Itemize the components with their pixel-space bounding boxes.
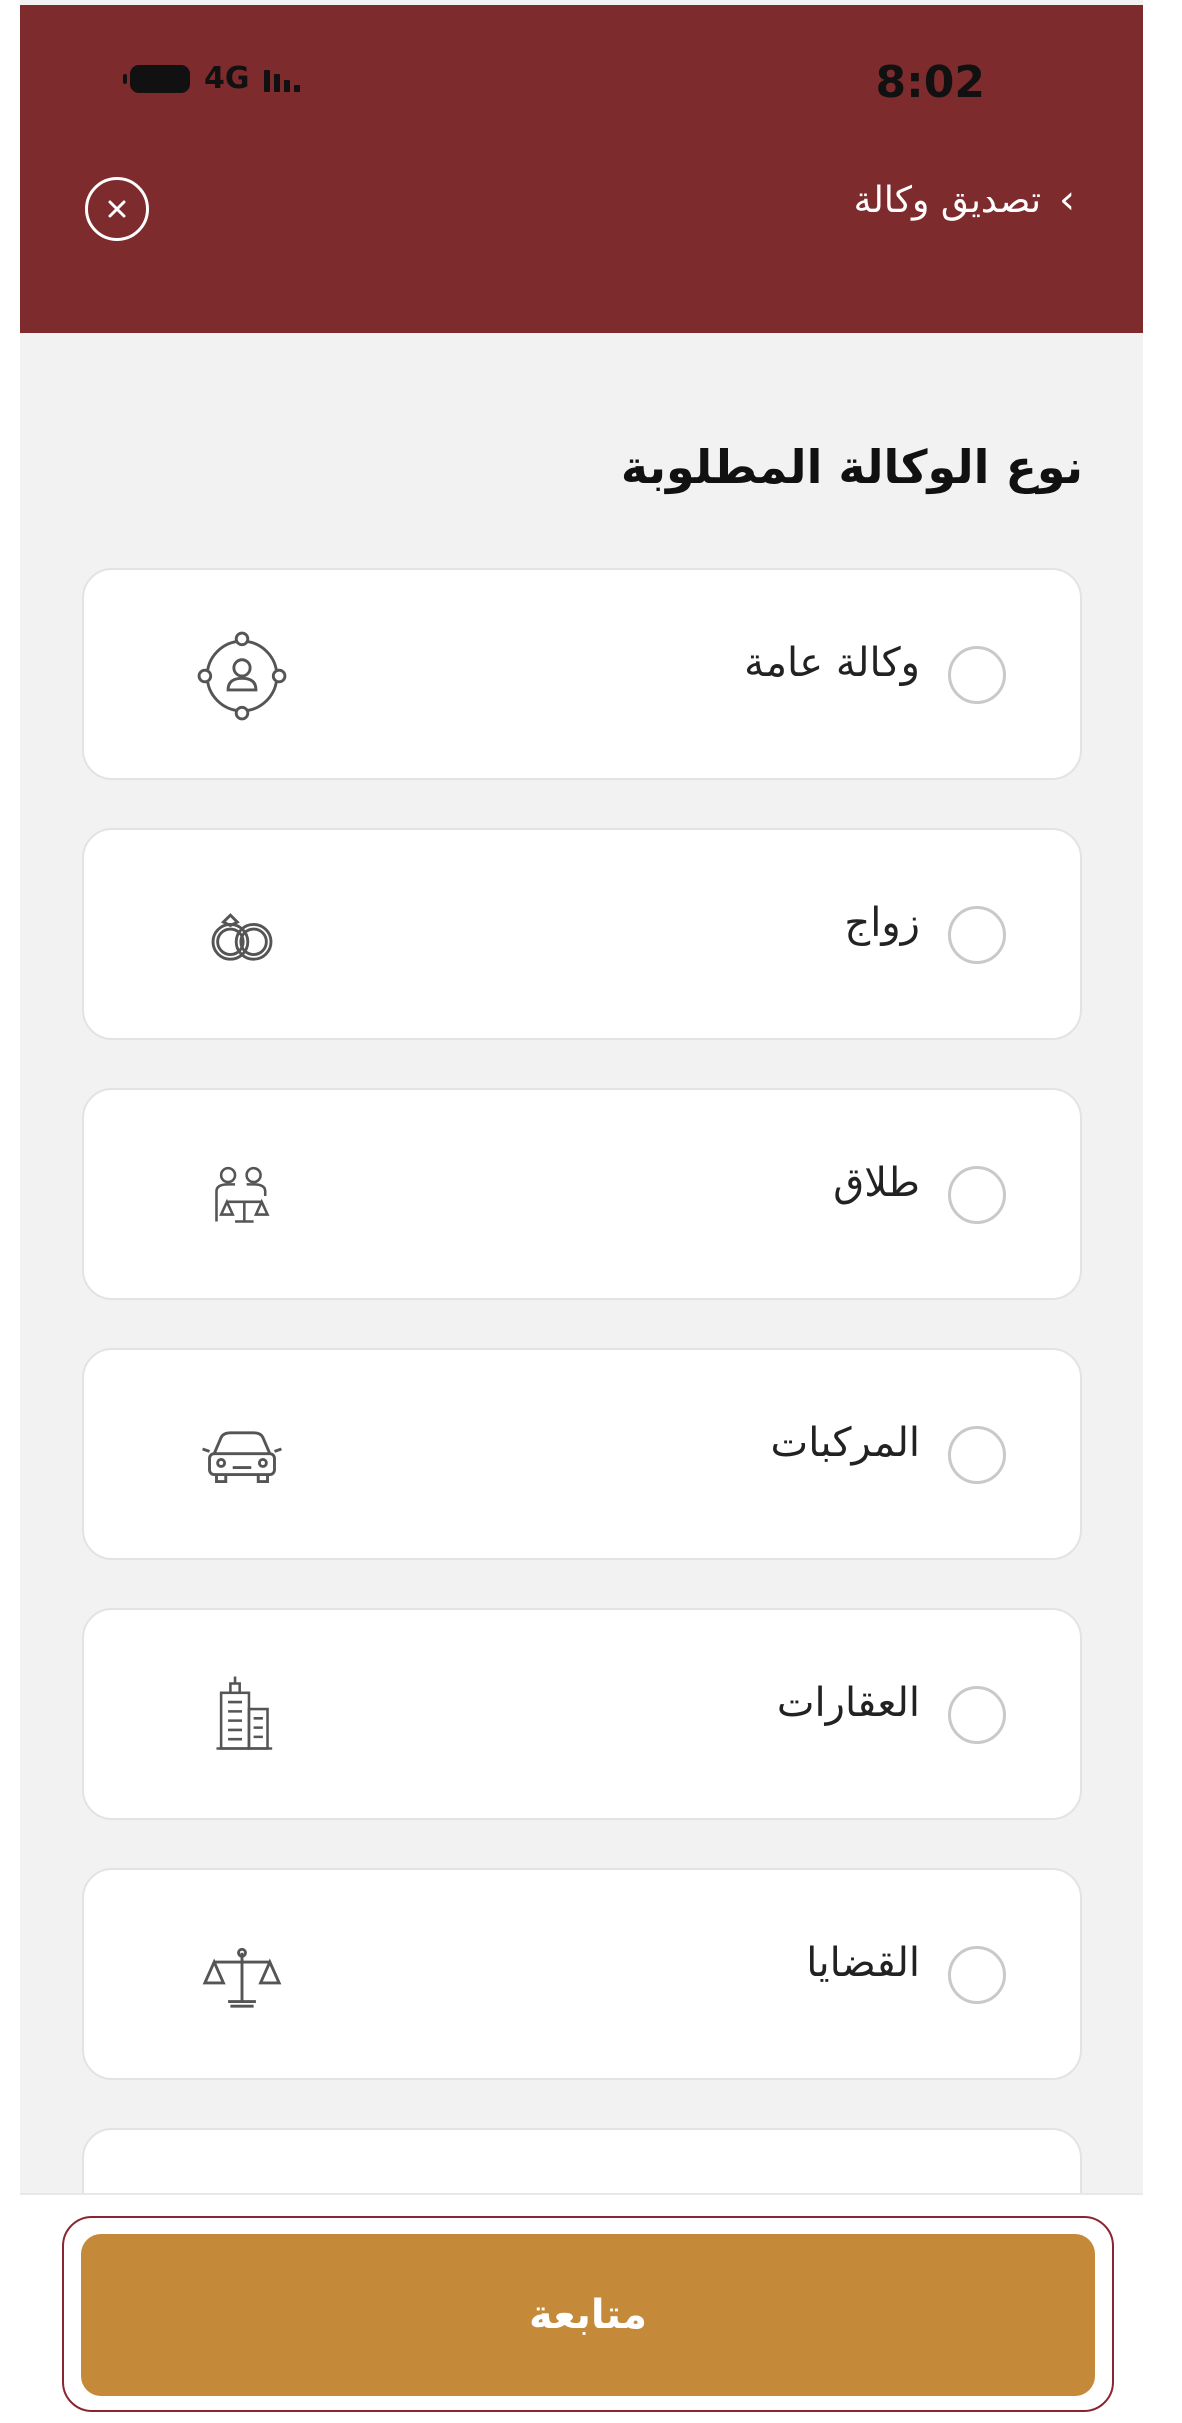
car-icon [202,1431,282,1483]
option-label: زواج [844,900,920,946]
battery-icon [123,64,190,93]
page-title: تصديق وكالة [853,179,1041,221]
radio-button[interactable] [948,1686,1006,1744]
option-label: وكالة عامة [744,640,920,686]
option-card-marriage[interactable]: زواج [82,828,1082,1040]
option-card-vehicles[interactable]: المركبات [82,1348,1082,1560]
couple-scales-icon [215,1166,270,1223]
status-indicators: 4G [123,61,300,96]
network-type: 4G [204,61,250,96]
status-time: 8:02 [875,57,985,108]
scales-icon [202,1947,282,2008]
back-navigation[interactable]: › تصديق وكالة [854,177,1075,223]
continue-button[interactable]: متابعة [81,2234,1095,2396]
option-label: المركبات [770,1420,920,1466]
person-network-icon [197,631,287,721]
option-card-general[interactable]: وكالة عامة [82,568,1082,780]
app-frame: 4G 8:02 › تصديق وكالة نوع الوكالة المطلو… [20,0,1143,2423]
close-icon [108,200,126,218]
close-button[interactable] [85,177,149,241]
rings-icon [211,913,273,961]
radio-button[interactable] [948,906,1006,964]
option-label: العقارات [776,1680,920,1726]
radio-button[interactable] [948,646,1006,704]
option-label: القضايا [806,1940,920,1986]
section-title: نوع الوكالة المطلوبة [620,440,1083,494]
option-card-real-estate[interactable]: العقارات [82,1608,1082,1820]
radio-button[interactable] [948,1166,1006,1224]
option-card-cases[interactable]: القضايا [82,1868,1082,2080]
radio-button[interactable] [948,1426,1006,1484]
radio-button[interactable] [948,1946,1006,2004]
option-card-divorce[interactable]: طلاق [82,1088,1082,1300]
option-label: طلاق [833,1160,920,1206]
building-icon [216,1676,273,1750]
signal-icon [263,66,300,92]
app-header: 4G 8:02 › تصديق وكالة [20,5,1143,333]
chevron-right-icon: › [1059,177,1075,223]
